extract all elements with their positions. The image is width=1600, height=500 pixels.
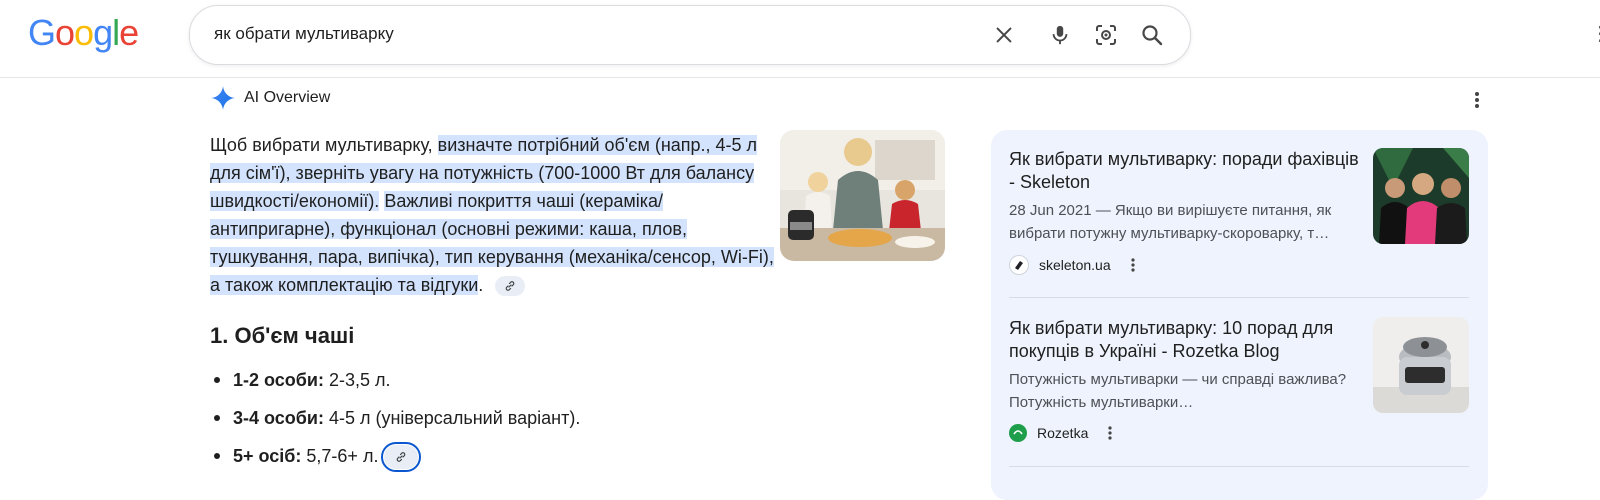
source-card[interactable]: Як вибрати мультиварку: поради фахівців … (1009, 148, 1469, 275)
source-card[interactable]: Як вибрати мультиварку: 10 порад для пок… (1009, 317, 1469, 442)
header: Google як обрати мультиварку ⋮ (0, 0, 1600, 78)
logo-letter: e (119, 12, 139, 53)
link-icon (397, 452, 406, 463)
divider (1009, 466, 1469, 467)
paragraph-lead: Щоб вибрати мультиварку, (210, 135, 438, 155)
list-item: 1-2 особи: 2-3,5 л. (210, 366, 580, 404)
skeleton-favicon-icon (1009, 255, 1029, 275)
logo-letter: o (74, 12, 94, 53)
list-item: 3-4 особи: 4-5 л (універсальний варіант)… (210, 404, 580, 442)
ai-overview-header: AI Overview (210, 84, 330, 112)
list-item-label: 5+ осіб: (233, 446, 302, 466)
sources-panel: Як вибрати мультиварку: поради фахівців … (991, 130, 1488, 500)
microphone-icon[interactable] (1046, 21, 1074, 49)
source-snippet: Потужність мультиварки — чи справді важл… (1009, 371, 1347, 411)
divider (1009, 297, 1469, 298)
ai-sparkle-icon (211, 86, 235, 110)
list-item: 5+ осіб: 5,7-6+ л. (210, 442, 580, 480)
list-item-text: 5,7-6+ л. (301, 446, 379, 466)
source-thumbnail[interactable] (1373, 317, 1469, 413)
rozetka-favicon-icon (1009, 424, 1027, 442)
logo-letter: g (93, 12, 113, 53)
ai-overview-paragraph: Щоб вибрати мультиварку, визначте потріб… (210, 131, 780, 299)
ai-overview-title: AI Overview (244, 89, 331, 106)
source-link-chip[interactable] (381, 442, 422, 473)
search-icon[interactable] (1138, 21, 1166, 49)
source-menu-icon[interactable] (1102, 424, 1118, 442)
link-icon (505, 281, 515, 292)
google-logo[interactable]: Google (28, 12, 139, 54)
logo-letter: G (28, 12, 56, 53)
source-site[interactable]: Rozetka (1009, 424, 1469, 442)
list-item-text: 4-5 л (універсальний варіант). (323, 408, 581, 428)
logo-letter: o (55, 12, 75, 53)
overview-image[interactable] (780, 130, 945, 261)
volume-list: 1-2 особи: 2-3,5 л. 3-4 особи: 4-5 л (ун… (210, 366, 580, 480)
source-link-chip[interactable] (495, 276, 526, 297)
logo-letter: l (112, 12, 120, 53)
ai-overview-menu-icon[interactable] (1465, 88, 1489, 112)
paragraph-tail: . (478, 275, 484, 295)
search-input[interactable]: як обрати мультиварку (214, 24, 394, 44)
lens-icon[interactable] (1092, 21, 1120, 49)
source-site-name: skeleton.ua (1039, 257, 1111, 273)
source-site-name: Rozetka (1037, 425, 1089, 441)
source-site[interactable]: skeleton.ua (1009, 255, 1469, 275)
list-item-text: 2-3,5 л. (323, 370, 391, 390)
source-menu-icon[interactable] (1125, 256, 1141, 274)
apps-icon[interactable]: ⋮ (1590, 22, 1600, 46)
section-heading: 1. Об'єм чаші (210, 323, 355, 348)
source-thumbnail[interactable] (1373, 148, 1469, 244)
list-item-label: 1-2 особи: (233, 370, 324, 390)
search-box[interactable]: як обрати мультиварку (189, 5, 1191, 65)
source-snippet: 28 Jun 2021 — Якщо ви вирішуєте питання,… (1009, 202, 1332, 242)
source-title[interactable]: Як вибрати мультиварку: 10 порад для пок… (1009, 317, 1359, 363)
list-item-label: 3-4 особи: (233, 408, 324, 428)
close-icon[interactable] (990, 21, 1018, 49)
source-title[interactable]: Як вибрати мультиварку: поради фахівців … (1009, 148, 1359, 194)
